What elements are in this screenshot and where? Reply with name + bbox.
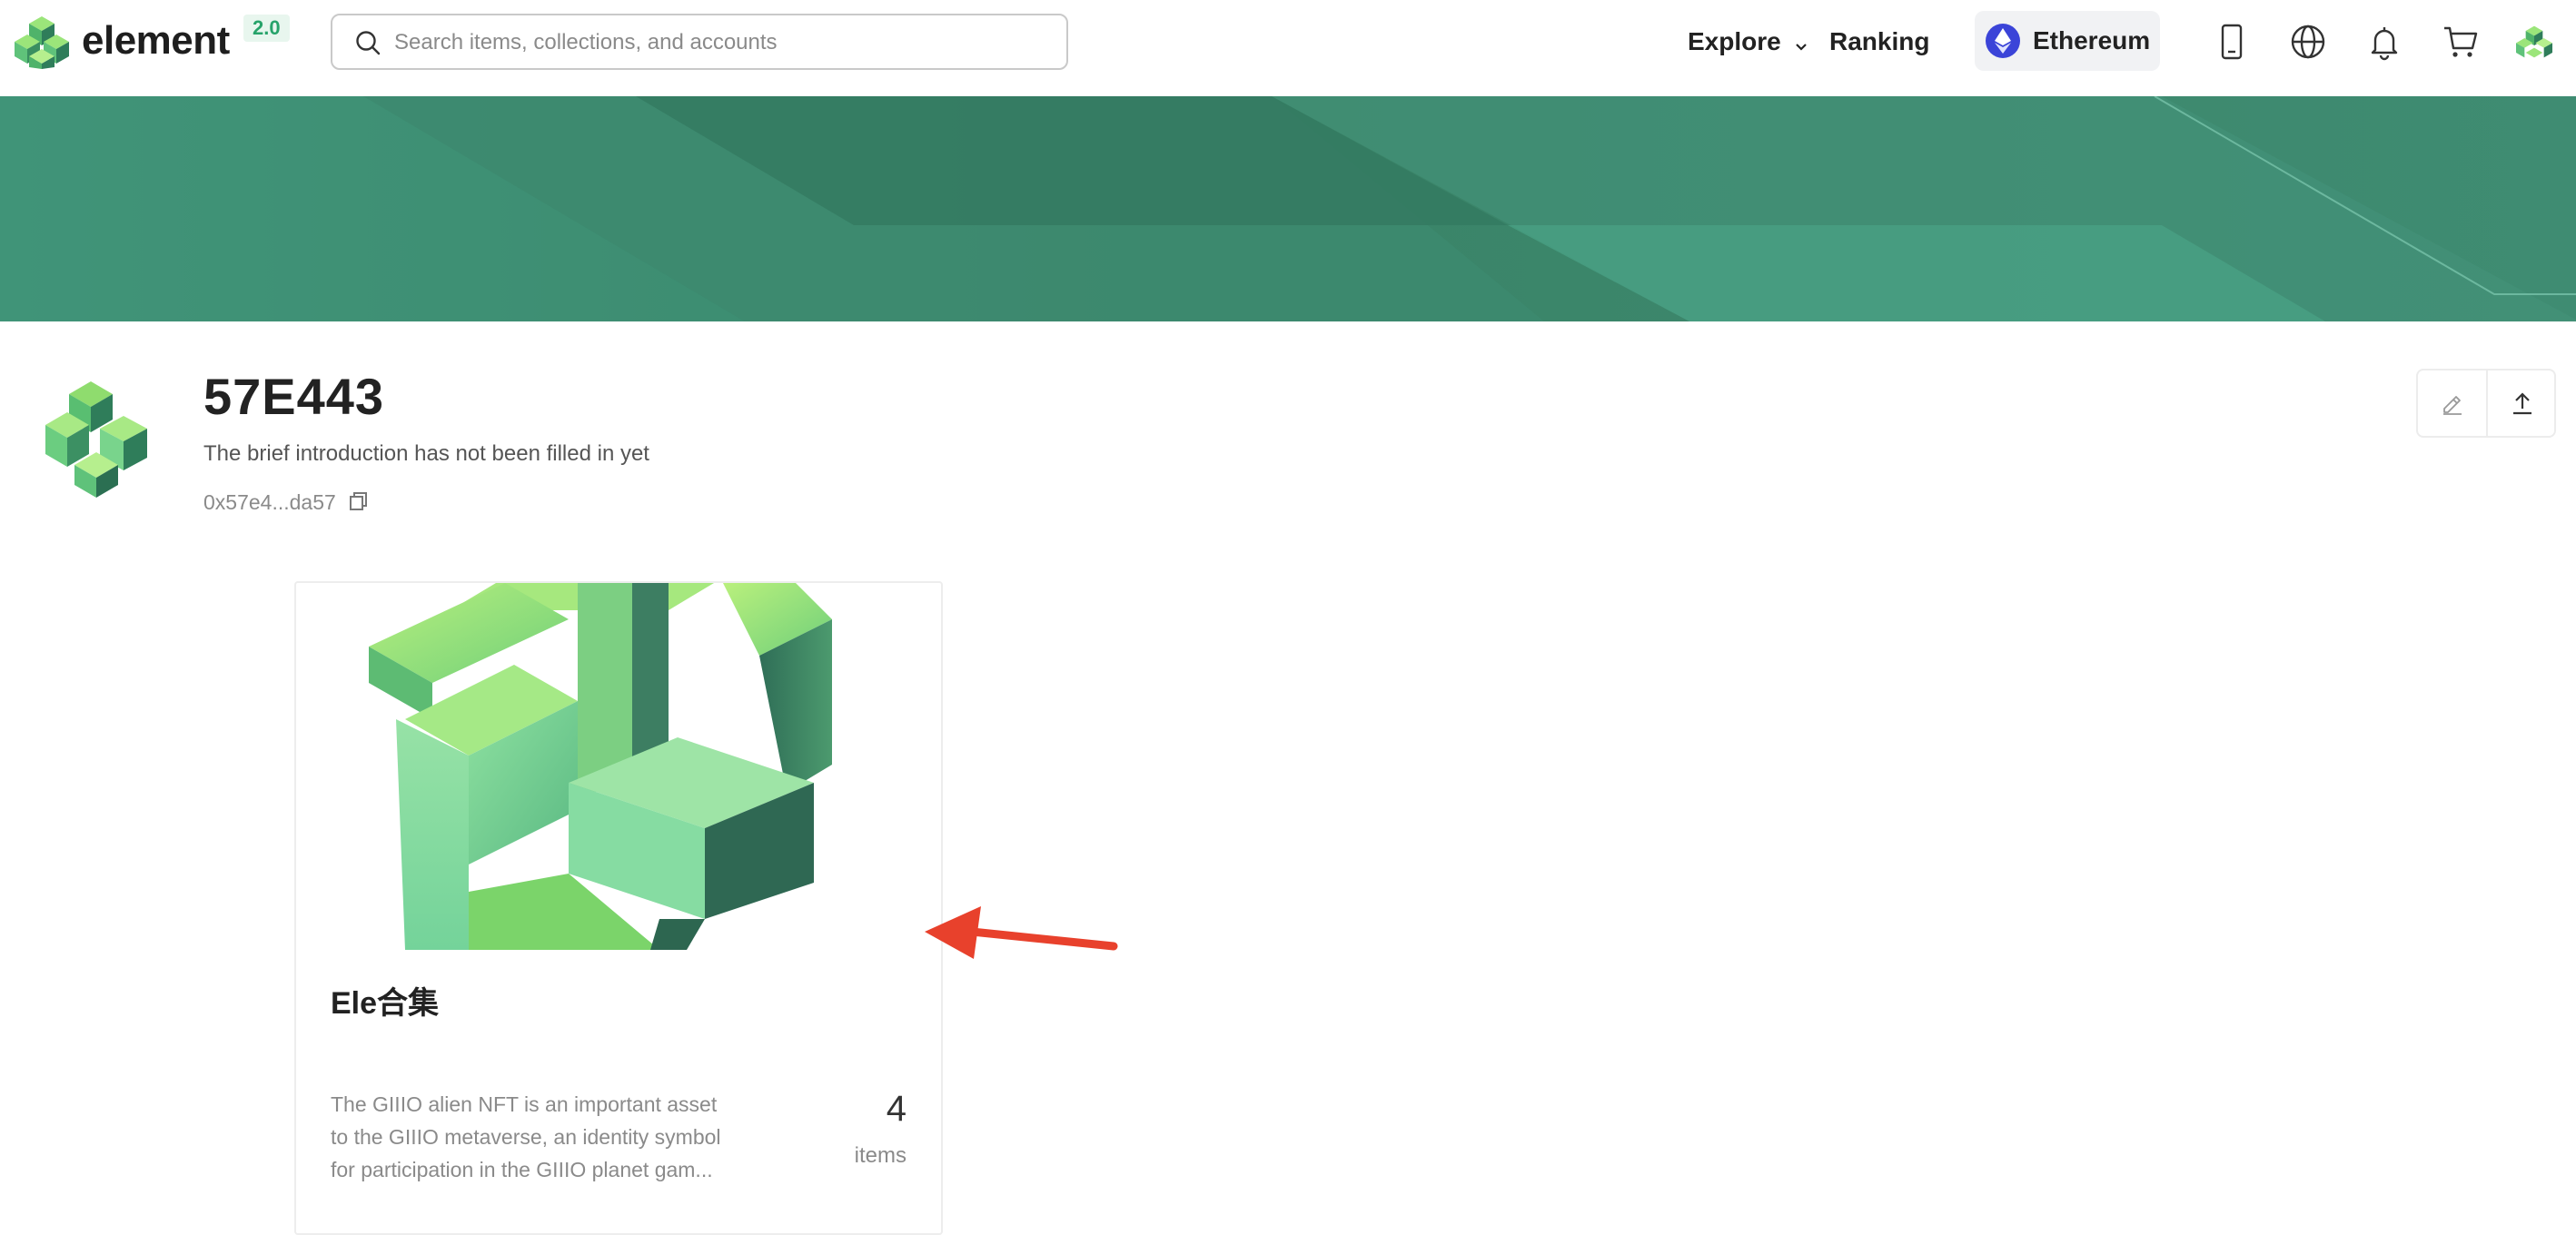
upload-icon — [2513, 392, 2531, 415]
nav-ranking[interactable]: Ranking — [1829, 24, 1929, 60]
copy-icon[interactable] — [349, 489, 369, 519]
chain-label: Ethereum — [2033, 26, 2151, 54]
profile-actions — [2416, 369, 2556, 438]
globe-icon[interactable] — [2287, 21, 2329, 63]
user-avatar-icon[interactable] — [2516, 24, 2552, 60]
version-badge: 2.0 — [243, 15, 290, 42]
edit-profile-button[interactable] — [2418, 370, 2486, 436]
annotation-arrow-icon — [917, 899, 1126, 976]
profile-bio: The brief introduction has not been fill… — [203, 441, 649, 466]
wallet-address-text: 0x57e4...da57 — [203, 490, 336, 514]
profile-name: 57E443 — [203, 368, 385, 425]
top-header: element 2.0 Explore Ranking Ethereum — [0, 0, 2576, 96]
chain-selector[interactable]: Ethereum — [1975, 11, 2160, 71]
profile-banner — [0, 96, 2576, 321]
search-box[interactable] — [331, 14, 1068, 70]
edit-icon — [2443, 396, 2462, 415]
collection-item-count: 4 — [886, 1089, 907, 1129]
collection-item-count-label: items — [854, 1143, 907, 1168]
cart-icon[interactable] — [2440, 21, 2482, 63]
nav-explore[interactable]: Explore — [1688, 24, 1808, 62]
wallet-address[interactable]: 0x57e4...da57 — [203, 487, 369, 519]
element-logo-icon[interactable] — [15, 15, 69, 69]
search-icon — [356, 31, 381, 55]
mobile-icon[interactable] — [2211, 21, 2253, 63]
collection-description: The GIIIO alien NFT is an important asse… — [331, 1092, 721, 1181]
bell-icon[interactable] — [2363, 21, 2405, 63]
ethereum-icon — [1986, 24, 2020, 58]
profile-avatar — [36, 376, 163, 503]
collection-card[interactable]: Ele合集 The GIIIO alien NFT is an importan… — [294, 581, 943, 1235]
brand-name[interactable]: element — [82, 15, 230, 67]
chevron-down-icon — [1795, 25, 1808, 62]
nav-explore-label: Explore — [1688, 27, 1781, 55]
collection-image — [360, 583, 868, 950]
share-button[interactable] — [2488, 370, 2556, 436]
search-input[interactable] — [392, 23, 1050, 63]
collection-title: Ele合集 — [331, 986, 440, 1021]
